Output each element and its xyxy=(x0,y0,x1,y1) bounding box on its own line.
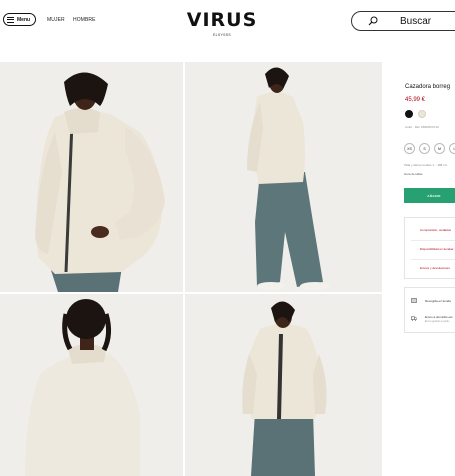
site-header: Menu MUJER HOMBRE VIRUS ELSYSSS Buscar xyxy=(0,0,455,44)
brand-logo[interactable]: VIRUS xyxy=(186,10,258,30)
search-label: Buscar xyxy=(400,15,432,27)
menu-label: Menu xyxy=(17,16,31,23)
product-details-accordion: Composición, cuidados Disponibilidad en … xyxy=(404,217,455,279)
accordion-shipping[interactable]: Envíos y devoluciones xyxy=(420,266,450,270)
color-swatch-black[interactable] xyxy=(405,110,413,118)
product-photo-side[interactable] xyxy=(185,62,382,292)
store-icon xyxy=(411,298,417,303)
service-store-pickup[interactable]: Recogida en tienda xyxy=(425,299,451,303)
product-info-panel: Cazadora borreg 45,99 € Color · Ref. 663… xyxy=(398,62,455,476)
truck-icon xyxy=(411,316,417,321)
accordion-divider xyxy=(411,240,455,241)
add-to-cart-button[interactable]: AÑADIR xyxy=(404,188,455,203)
size-guide-link[interactable]: Guía de tallas xyxy=(404,172,423,176)
service-home-delivery[interactable]: Envío a domicilio est xyxy=(425,315,453,319)
accordion-availability[interactable]: Disponibilidad en tiendas xyxy=(420,247,453,251)
hamburger-icon xyxy=(7,16,14,23)
product-reference: Color · Ref. 6639/PH/710 xyxy=(405,125,439,129)
product-name: Cazadora borreg xyxy=(405,84,451,90)
product-photo-back[interactable] xyxy=(0,294,183,476)
delivery-services: Recogida en tienda Envío a domicilio est… xyxy=(404,287,455,333)
size-option-l[interactable]: L xyxy=(449,143,455,154)
search-icon xyxy=(368,16,378,26)
size-option-m[interactable]: M xyxy=(434,143,445,154)
menu-button[interactable]: Menu xyxy=(3,13,36,26)
product-price: 45,99 € xyxy=(405,97,426,103)
nav-link-hombre[interactable]: HOMBRE xyxy=(73,17,96,23)
size-option-xs[interactable]: XS xyxy=(404,143,415,154)
brand-logo-sub: ELSYSSS xyxy=(212,33,232,37)
accordion-divider xyxy=(411,259,455,260)
model-size-note: Talla y altura modelo 1... 188 cm xyxy=(404,163,448,167)
color-swatch-cream[interactable] xyxy=(418,110,426,118)
product-photo-detail[interactable] xyxy=(185,294,382,476)
nav-link-mujer[interactable]: MUJER xyxy=(47,17,65,23)
size-option-s[interactable]: S xyxy=(419,143,430,154)
accordion-composition[interactable]: Composición, cuidados xyxy=(420,228,451,232)
search-button[interactable]: Buscar xyxy=(351,11,455,31)
product-photo-front[interactable] xyxy=(0,62,183,292)
service-home-delivery-note: Envío gratuito a partir... xyxy=(425,320,451,323)
